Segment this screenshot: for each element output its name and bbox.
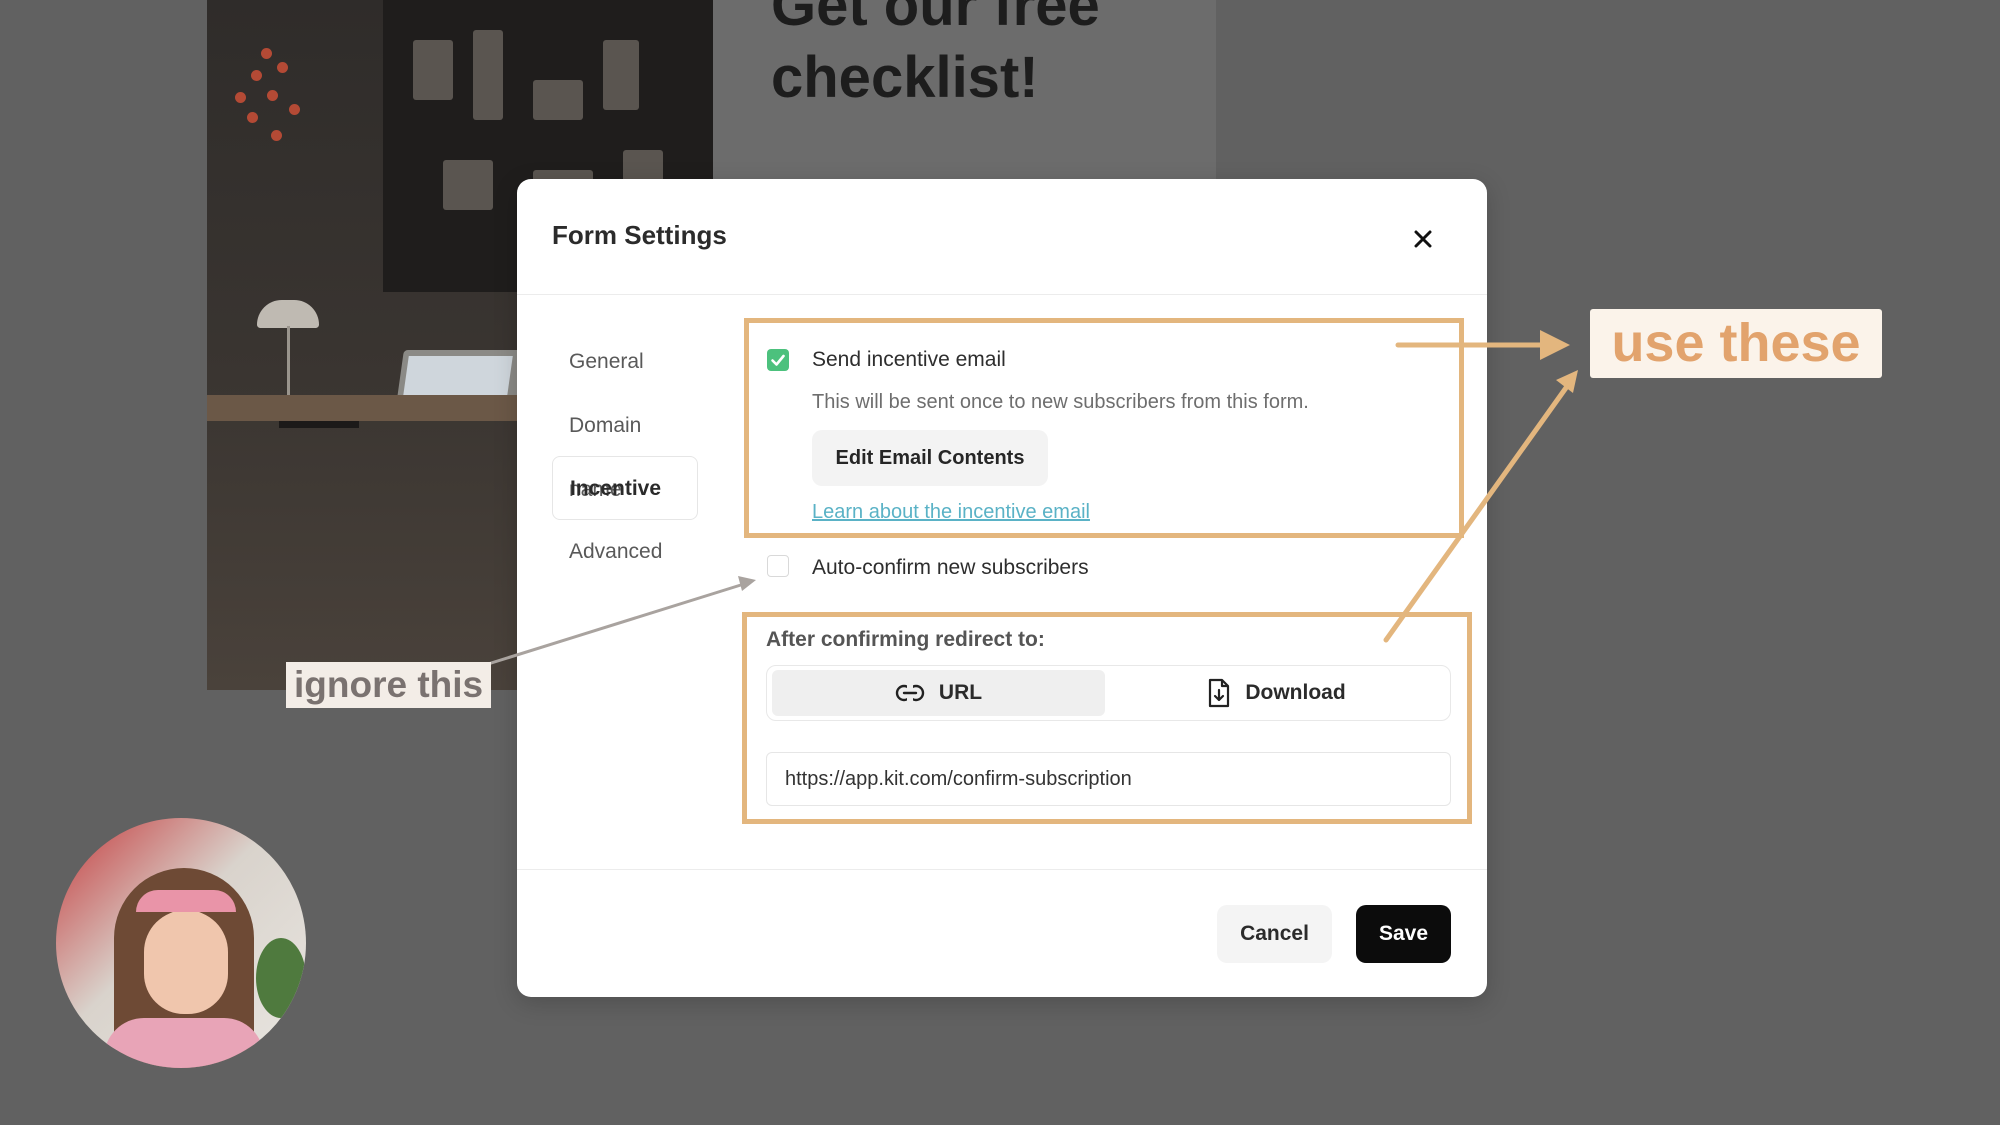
modal-title: Form Settings: [552, 220, 727, 250]
close-button[interactable]: [1403, 219, 1443, 259]
cancel-button[interactable]: Cancel: [1217, 905, 1332, 963]
redirect-option-url[interactable]: URL: [772, 670, 1105, 716]
redirect-option-download-label: Download: [1245, 681, 1346, 704]
file-download-icon: [1209, 678, 1230, 708]
lamp: [257, 300, 319, 328]
header-divider: [517, 294, 1487, 295]
send-incentive-label: Send incentive email: [812, 348, 1006, 371]
redirect-heading: After confirming redirect to:: [766, 628, 1045, 651]
incentive-description: This will be sent once to new subscriber…: [812, 391, 1309, 413]
close-icon: [1414, 230, 1432, 248]
checkmark-icon: [771, 354, 785, 366]
background-heading: Get our free checklist!: [771, 0, 1100, 110]
redirect-type-toggle: URL Download: [766, 665, 1451, 721]
webcam-overlay: [56, 818, 306, 1068]
footer-divider: [517, 869, 1487, 870]
save-button[interactable]: Save: [1356, 905, 1451, 963]
nav-item-advanced[interactable]: Advanced: [552, 520, 698, 584]
nav-item-domain-name[interactable]: Domain name: [552, 394, 698, 501]
redirect-option-download[interactable]: Download: [1110, 670, 1443, 716]
edit-email-contents-button[interactable]: Edit Email Contents: [812, 430, 1048, 486]
redirect-url-input[interactable]: [766, 752, 1451, 806]
auto-confirm-label: Auto-confirm new subscribers: [812, 556, 1089, 579]
auto-confirm-checkbox[interactable]: [767, 555, 789, 577]
learn-incentive-link[interactable]: Learn about the incentive email: [812, 501, 1090, 524]
nav-item-incentive[interactable]: Incentive: [552, 456, 698, 520]
send-incentive-checkbox[interactable]: [767, 349, 789, 371]
screen: Get our free checklist! Form Settings Ge…: [0, 0, 2000, 1125]
link-icon: [895, 684, 925, 702]
nav-item-general[interactable]: General: [552, 330, 698, 394]
redirect-option-url-label: URL: [938, 681, 983, 704]
use-these-annotation: use these: [1590, 309, 1882, 378]
ignore-this-annotation: ignore this: [286, 662, 492, 708]
form-settings-modal: Form Settings General Domain name Incent…: [517, 179, 1487, 997]
